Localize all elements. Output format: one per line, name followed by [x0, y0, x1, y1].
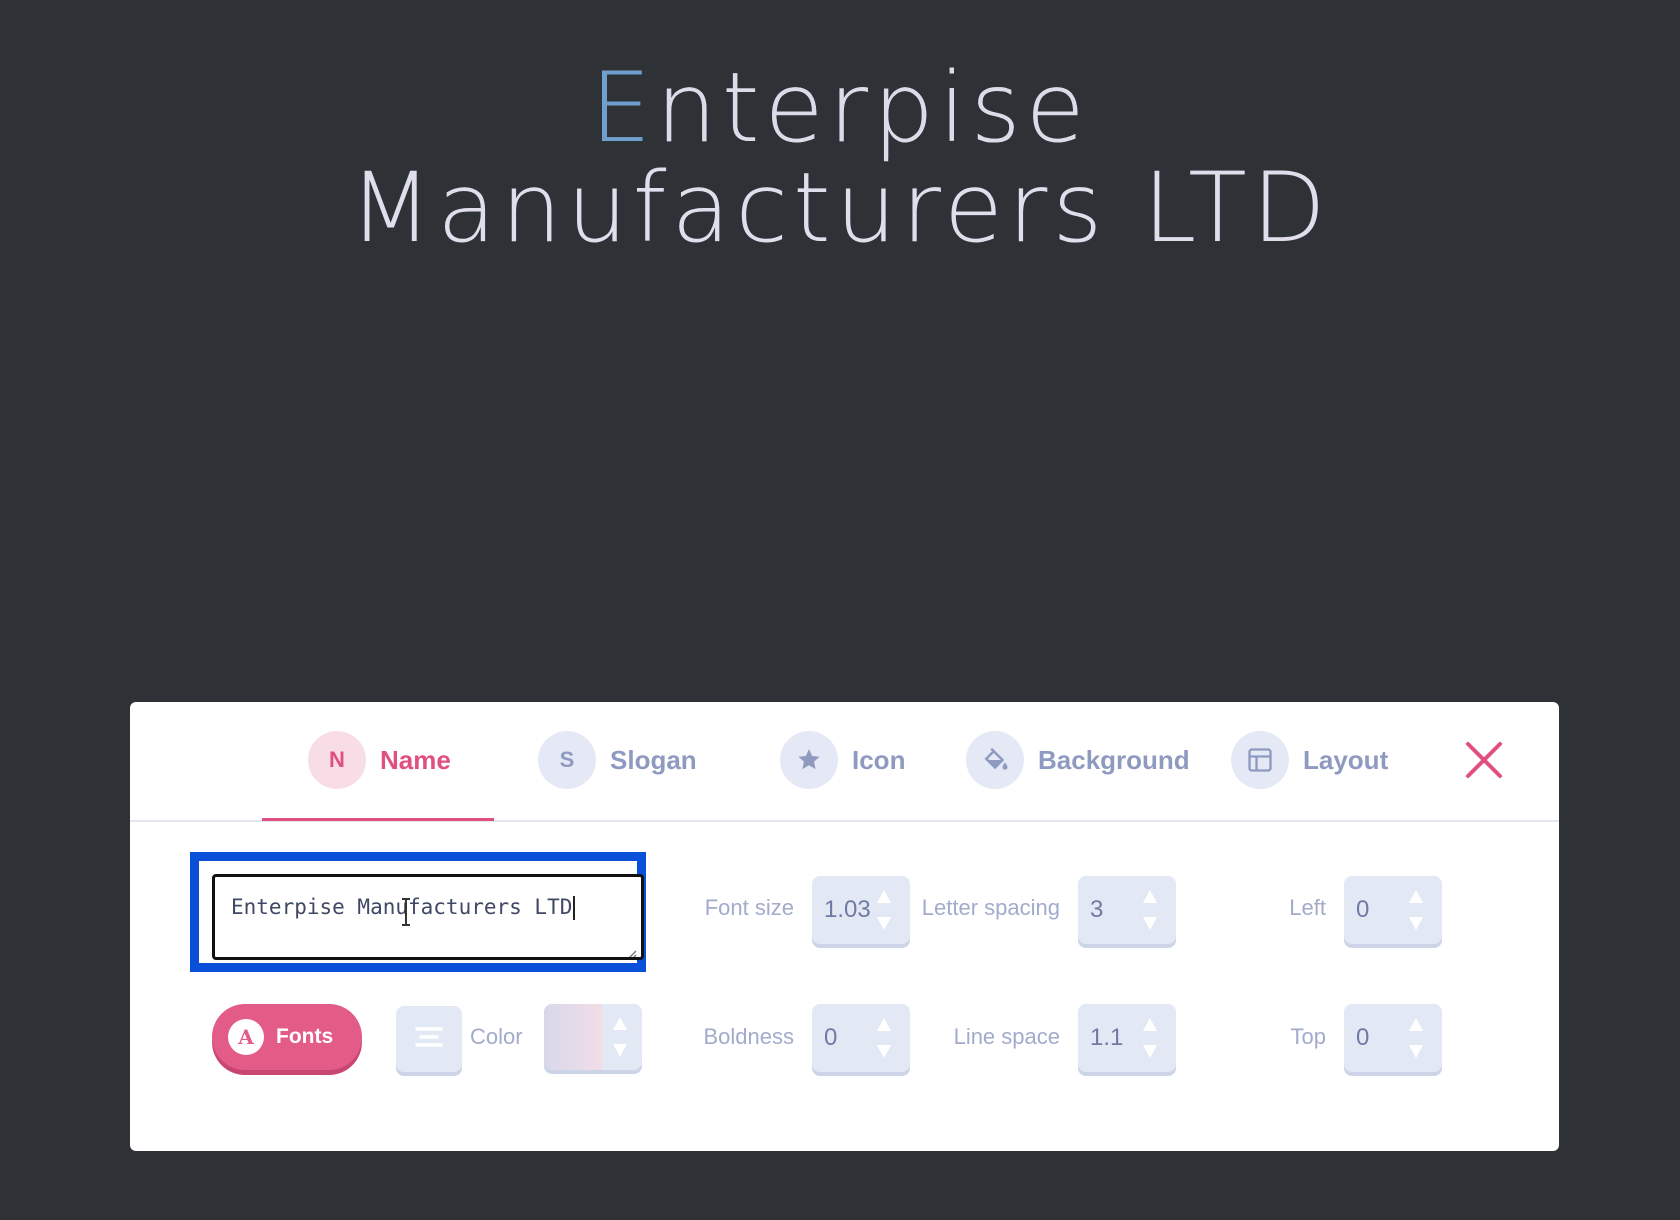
name-textarea-value: Enterpise Manufacturers LTD [231, 895, 573, 919]
tab-background[interactable]: Background [966, 730, 1190, 790]
logo-line-1-rest: nterpise [655, 52, 1090, 164]
fonts-button[interactable]: A Fonts [212, 1004, 362, 1070]
close-icon[interactable] [1462, 738, 1506, 782]
stepper-arrows-icon[interactable] [1408, 888, 1424, 932]
stepper-arrows-icon[interactable] [876, 888, 892, 932]
top-value: 0 [1356, 1024, 1370, 1051]
boldness-stepper[interactable]: 0 [812, 1004, 910, 1072]
color-label: Color [470, 1024, 523, 1049]
line-space-value: 1.1 [1090, 1024, 1124, 1051]
top-stepper[interactable]: 0 [1344, 1004, 1442, 1072]
tab-icon-label: Icon [852, 744, 906, 775]
stepper-arrows-icon[interactable] [1142, 888, 1158, 932]
font-size-value: 1.03 [824, 896, 871, 923]
top-label: Top [1290, 1024, 1326, 1049]
stepper-arrows-icon[interactable] [1142, 1016, 1158, 1060]
tab-slogan-initial: S [538, 731, 596, 789]
tab-slogan-label: Slogan [610, 744, 697, 775]
left-label: Left [1289, 895, 1326, 920]
layout-icon [1231, 731, 1289, 789]
boldness-label: Boldness [703, 1024, 794, 1049]
paint-bucket-icon [966, 731, 1024, 789]
letter-spacing-stepper[interactable]: 3 [1078, 876, 1176, 944]
fonts-button-label: Fonts [276, 1025, 334, 1048]
logo-name-line-1: Enterpise [0, 58, 1680, 158]
font-size-stepper[interactable]: 1.03 [812, 876, 910, 944]
stepper-arrows-icon[interactable] [612, 1015, 628, 1059]
resize-grip-icon[interactable] [625, 941, 637, 957]
stepper-arrows-icon[interactable] [1408, 1016, 1424, 1060]
logo-name-line-2: Manufacturers LTD [349, 152, 1331, 264]
left-value: 0 [1356, 896, 1370, 923]
tab-name-initial: N [308, 731, 366, 789]
logo-first-letter: E [590, 52, 656, 164]
name-textarea[interactable]: Enterpise Manufacturers LTD [212, 874, 644, 960]
logo-preview: Enterpise Manufacturers LTD [0, 58, 1680, 258]
font-size-label: Font size [704, 895, 794, 920]
color-picker[interactable] [544, 1004, 642, 1070]
text-align-button[interactable] [396, 1006, 462, 1072]
letter-spacing-value: 3 [1090, 896, 1104, 923]
star-icon [780, 731, 838, 789]
tab-layout[interactable]: Layout [1231, 730, 1388, 790]
line-space-label: Line space [953, 1024, 1060, 1049]
stepper-arrows-icon[interactable] [876, 1016, 892, 1060]
color-swatch [544, 1004, 602, 1070]
tab-bar: N Name S Slogan Icon Background Layout [130, 702, 1559, 822]
align-center-icon [415, 1027, 443, 1047]
tab-name[interactable]: N Name [308, 730, 451, 790]
tab-icon[interactable]: Icon [780, 730, 905, 790]
boldness-value: 0 [824, 1024, 838, 1051]
tab-name-label: Name [380, 744, 451, 775]
tab-slogan[interactable]: S Slogan [538, 730, 697, 790]
active-tab-indicator [262, 818, 494, 821]
editor-panel: N Name S Slogan Icon Background Layout E… [130, 702, 1559, 1151]
left-stepper[interactable]: 0 [1344, 876, 1442, 944]
line-space-stepper[interactable]: 1.1 [1078, 1004, 1176, 1072]
tab-layout-label: Layout [1303, 744, 1389, 775]
font-a-icon: A [228, 1019, 264, 1055]
letter-spacing-label: Letter spacing [921, 895, 1060, 920]
text-caret [573, 896, 576, 920]
tab-background-label: Background [1038, 744, 1190, 775]
